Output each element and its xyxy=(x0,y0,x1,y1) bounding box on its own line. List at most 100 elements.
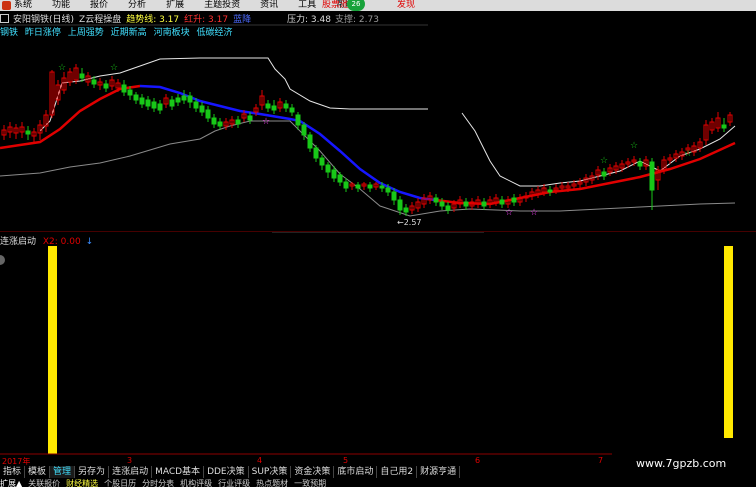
candle-body xyxy=(337,174,343,183)
time-axis-month: 3 xyxy=(127,456,133,465)
tab-macd[interactable]: MACD基本 xyxy=(152,466,205,478)
signal-bar xyxy=(48,246,57,454)
tag-item[interactable]: 昨日涨停 xyxy=(25,28,61,38)
candle-body xyxy=(403,207,409,213)
sell-star-icon: ☆ xyxy=(684,149,692,159)
tag-item[interactable]: 低碳经济 xyxy=(196,28,232,38)
checkbox-icon[interactable] xyxy=(0,13,9,23)
candle-body xyxy=(133,94,139,101)
candle-body xyxy=(175,97,181,103)
trend-up-line xyxy=(0,84,141,150)
tab-bottom-start[interactable]: 底市启动 xyxy=(334,466,378,478)
tab-wealth[interactable]: 财源亨通 xyxy=(417,466,461,478)
candle-body xyxy=(511,197,517,203)
extend-toggle[interactable]: 扩展▲ xyxy=(0,478,22,487)
candle-body xyxy=(313,147,319,159)
tab-save-as[interactable]: 另存为 xyxy=(75,466,110,478)
bottom-link[interactable]: 分时分表 xyxy=(142,478,174,487)
notification-badge[interactable]: 26 xyxy=(347,0,365,11)
candle-body xyxy=(463,201,469,207)
candle-body xyxy=(127,89,133,96)
scroll-handle-icon xyxy=(0,255,5,265)
candle-body xyxy=(205,109,211,119)
app-icon[interactable] xyxy=(2,1,11,10)
candle-body xyxy=(211,117,217,125)
candle-body xyxy=(601,171,607,177)
candle-body xyxy=(187,95,193,103)
candle-body xyxy=(79,73,85,79)
indicator-name[interactable]: Z云程操盘 xyxy=(79,12,121,25)
bottom-link[interactable]: 一致预期 xyxy=(294,478,326,487)
watermark-text: www.7gpzb.com xyxy=(636,457,727,470)
tab-sup[interactable]: SUP决策 xyxy=(249,466,292,478)
tab-manage[interactable]: 管理 xyxy=(50,466,76,478)
tab-custom2[interactable]: 自己用2 xyxy=(377,466,418,478)
discover-link[interactable]: 发现 xyxy=(397,0,415,11)
down-arrow-icon: ↓ xyxy=(85,237,94,247)
menu-analysis[interactable]: 分析 xyxy=(118,0,156,11)
stock-name: 安阳钢铁(日线) xyxy=(13,14,75,25)
candle-body xyxy=(385,187,391,193)
sub-chart-value: X2: 0.00 xyxy=(42,237,81,247)
candle-body xyxy=(217,121,223,127)
menu-quote[interactable]: 报价 xyxy=(80,0,118,11)
time-axis-month: 5 xyxy=(343,456,349,465)
menu-extend[interactable]: 扩展 xyxy=(156,0,194,11)
bottom-link[interactable]: 机构评级 xyxy=(180,478,212,487)
candle-body xyxy=(301,124,307,136)
stock-pool-link[interactable]: 股票池 xyxy=(322,0,349,11)
sell-star-icon: ☆ xyxy=(630,141,638,151)
time-axis-month: 6 xyxy=(475,456,481,465)
sub-chart-title: 连涨启动 X2: 0.00 ↓ xyxy=(0,234,93,247)
menu-theme-invest[interactable]: 主题投资 xyxy=(194,0,250,11)
bottom-link[interactable]: 个股日历 xyxy=(104,478,136,487)
tag-item[interactable]: 上周强势 xyxy=(68,28,104,38)
candle-body xyxy=(151,101,157,109)
candle-body xyxy=(331,169,337,179)
candle-body xyxy=(355,184,361,189)
support-label: 支撑: 2.73 xyxy=(335,15,379,25)
candle-body xyxy=(283,103,289,109)
bottom-link[interactable]: 热点题材 xyxy=(256,478,288,487)
candle-body xyxy=(391,191,397,201)
menu-news[interactable]: 资讯 xyxy=(250,0,288,11)
signal-bar xyxy=(724,246,733,454)
sub-chart-name: 连涨启动 xyxy=(0,237,37,247)
candle-body xyxy=(289,107,295,113)
bottom-link[interactable]: 行业评级 xyxy=(218,478,250,487)
low-price-label: ←2.57 xyxy=(397,218,422,227)
sell-star-icon: ☆ xyxy=(110,63,118,73)
bottom-link[interactable]: 关联报价 xyxy=(28,478,60,487)
candle-body xyxy=(379,185,385,189)
candle-body xyxy=(499,199,505,205)
candle-body xyxy=(139,97,145,105)
candle-body xyxy=(649,161,655,191)
tab-lianzhang[interactable]: 连涨启动 xyxy=(109,466,153,478)
candle-body xyxy=(721,124,727,129)
candle-body xyxy=(199,105,205,113)
candle-body xyxy=(295,114,301,126)
tab-indicator[interactable]: 指标 xyxy=(0,466,26,478)
candle-body xyxy=(235,119,241,125)
chart-legend: 安阳钢铁(日线) Z云程操盘 趋势线: 3.17 红升: 3.17 蓝降 压力:… xyxy=(0,12,430,25)
tab-template[interactable]: 模板 xyxy=(25,466,51,478)
tag-item[interactable]: 钢铁 xyxy=(0,28,18,38)
tag-item[interactable]: 河南板块 xyxy=(154,28,190,38)
sell-star-icon: ☆ xyxy=(58,63,66,73)
menu-tools[interactable]: 工具 xyxy=(288,0,326,11)
menu-bar: 系统 功能 报价 分析 扩展 主题投资 资讯 工具 帮助 股票池 26 发现 xyxy=(0,0,756,11)
menu-function[interactable]: 功能 xyxy=(42,0,80,11)
tag-item[interactable]: 近期新高 xyxy=(111,28,147,38)
candle-body xyxy=(547,189,553,193)
candle-body xyxy=(481,201,487,207)
tab-capital[interactable]: 资金决策 xyxy=(291,466,335,478)
red-up-label: 红升: 3.17 xyxy=(184,14,229,25)
buy-star-icon: ☆ xyxy=(262,117,270,127)
bottom-link[interactable]: 财经精选 xyxy=(66,478,98,487)
tab-dde[interactable]: DDE决策 xyxy=(204,466,249,478)
indicator-chart[interactable] xyxy=(0,232,756,456)
candle-body xyxy=(169,99,175,107)
candle-body xyxy=(433,197,439,203)
candle-body xyxy=(181,95,187,101)
candle-body xyxy=(307,134,313,149)
